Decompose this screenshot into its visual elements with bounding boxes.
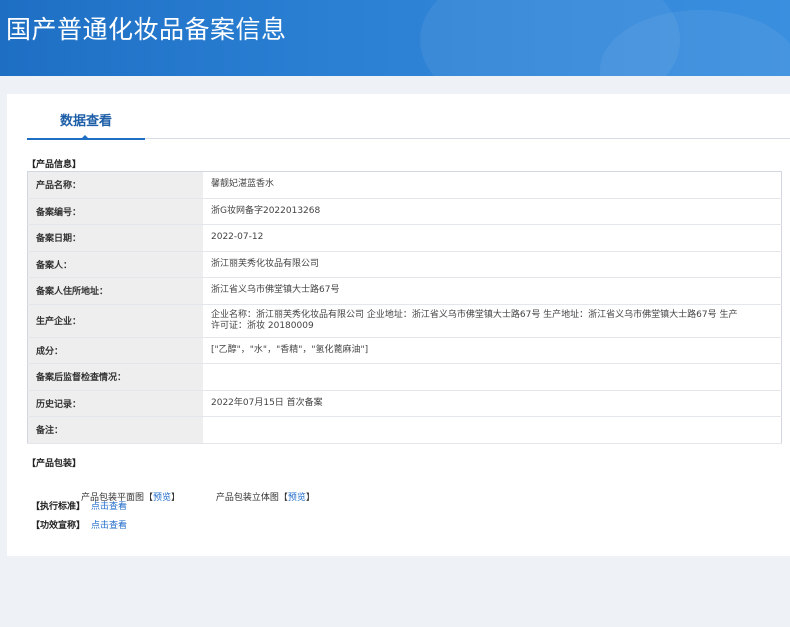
- efficacy-row: 【功效宣称】 点击查看: [31, 518, 127, 531]
- table-row: 备案人住所地址： 浙江省义乌市佛堂镇大士路67号: [27, 277, 782, 305]
- row-key: 备注：: [27, 416, 203, 444]
- detail-panel: 数据查看 【产品信息】 产品名称： 馨靓妃湛蓝香水 备案编号： 浙G妆网备字2022…: [7, 94, 790, 556]
- bracket: 】: [305, 493, 315, 503]
- table-row: 备案编号： 浙G妆网备字2022013268: [27, 198, 782, 225]
- row-value: 浙江丽芙秀化妆品有限公司: [203, 251, 782, 278]
- row-value: 企业名称：浙江丽芙秀化妆品有限公司 企业地址：浙江省义乌市佛堂镇大士路67号 生…: [203, 304, 782, 338]
- row-key: 备案后监督检查情况：: [27, 363, 203, 391]
- standard-label: 【执行标准】: [31, 502, 86, 512]
- packaging-solid-label: 产品包装立体图: [215, 493, 279, 503]
- row-key: 备案人：: [27, 251, 203, 278]
- table-row: 生产企业： 企业名称：浙江丽芙秀化妆品有限公司 企业地址：浙江省义乌市佛堂镇大士路…: [27, 304, 782, 338]
- table-row: 产品名称： 馨靓妃湛蓝香水: [27, 171, 782, 199]
- row-value: [203, 363, 782, 391]
- efficacy-view-link[interactable]: 点击查看: [91, 521, 127, 531]
- tab-active-caret: [80, 135, 90, 140]
- row-key: 备案日期：: [27, 224, 203, 252]
- table-row: 备案后监督检查情况：: [27, 363, 782, 391]
- product-info-section-label: 【产品信息】: [27, 160, 82, 170]
- tab-bar: 数据查看: [27, 110, 790, 140]
- bracket: 】: [171, 493, 181, 503]
- row-value: 馨靓妃湛蓝香水: [203, 171, 782, 199]
- table-row: 历史记录： 2022年07月15日 首次备案: [27, 390, 782, 417]
- row-key: 备案人住所地址：: [27, 277, 203, 305]
- table-row: 成分： ["乙醇"，"水"，"香精"，"氢化蓖麻油"]: [27, 337, 782, 364]
- product-info-table: 产品名称： 馨靓妃湛蓝香水 备案编号： 浙G妆网备字2022013268 备案日期：…: [27, 171, 782, 444]
- bracket: 【: [144, 493, 154, 503]
- row-value: [203, 416, 782, 444]
- bracket: 【: [278, 493, 288, 503]
- row-key: 备案编号：: [27, 198, 203, 225]
- header-banner: 国产普通化妆品备案信息: [0, 0, 790, 76]
- content-area: 数据查看 【产品信息】 产品名称： 馨靓妃湛蓝香水 备案编号： 浙G妆网备字2022…: [0, 76, 790, 627]
- row-value: 浙G妆网备字2022013268: [203, 198, 782, 225]
- table-row: 备注：: [27, 416, 782, 444]
- packaging-solid-preview-link[interactable]: 预览: [288, 493, 306, 503]
- packaging-flat-preview-link[interactable]: 预览: [153, 493, 171, 503]
- packaging-section-label: 【产品包装】: [27, 459, 82, 469]
- efficacy-label: 【功效宣称】: [31, 521, 86, 531]
- tab-data-view[interactable]: 数据查看: [27, 110, 145, 140]
- standard-view-link[interactable]: 点击查看: [91, 502, 127, 512]
- table-row: 备案日期： 2022-07-12: [27, 224, 782, 252]
- row-key: 成分：: [27, 337, 203, 364]
- standard-row: 【执行标准】 点击查看: [31, 499, 127, 512]
- row-key: 历史记录：: [27, 390, 203, 417]
- page-title: 国产普通化妆品备案信息: [6, 15, 287, 44]
- row-value: 2022-07-12: [203, 224, 782, 252]
- tab-label: 数据查看: [59, 114, 112, 129]
- row-value: ["乙醇"，"水"，"香精"，"氢化蓖麻油"]: [203, 337, 782, 364]
- table-row: 备案人： 浙江丽芙秀化妆品有限公司: [27, 251, 782, 278]
- row-key: 产品名称：: [27, 171, 203, 199]
- row-value: 2022年07月15日 首次备案: [203, 390, 782, 417]
- row-key: 生产企业：: [27, 304, 203, 338]
- row-value: 浙江省义乌市佛堂镇大士路67号: [203, 277, 782, 305]
